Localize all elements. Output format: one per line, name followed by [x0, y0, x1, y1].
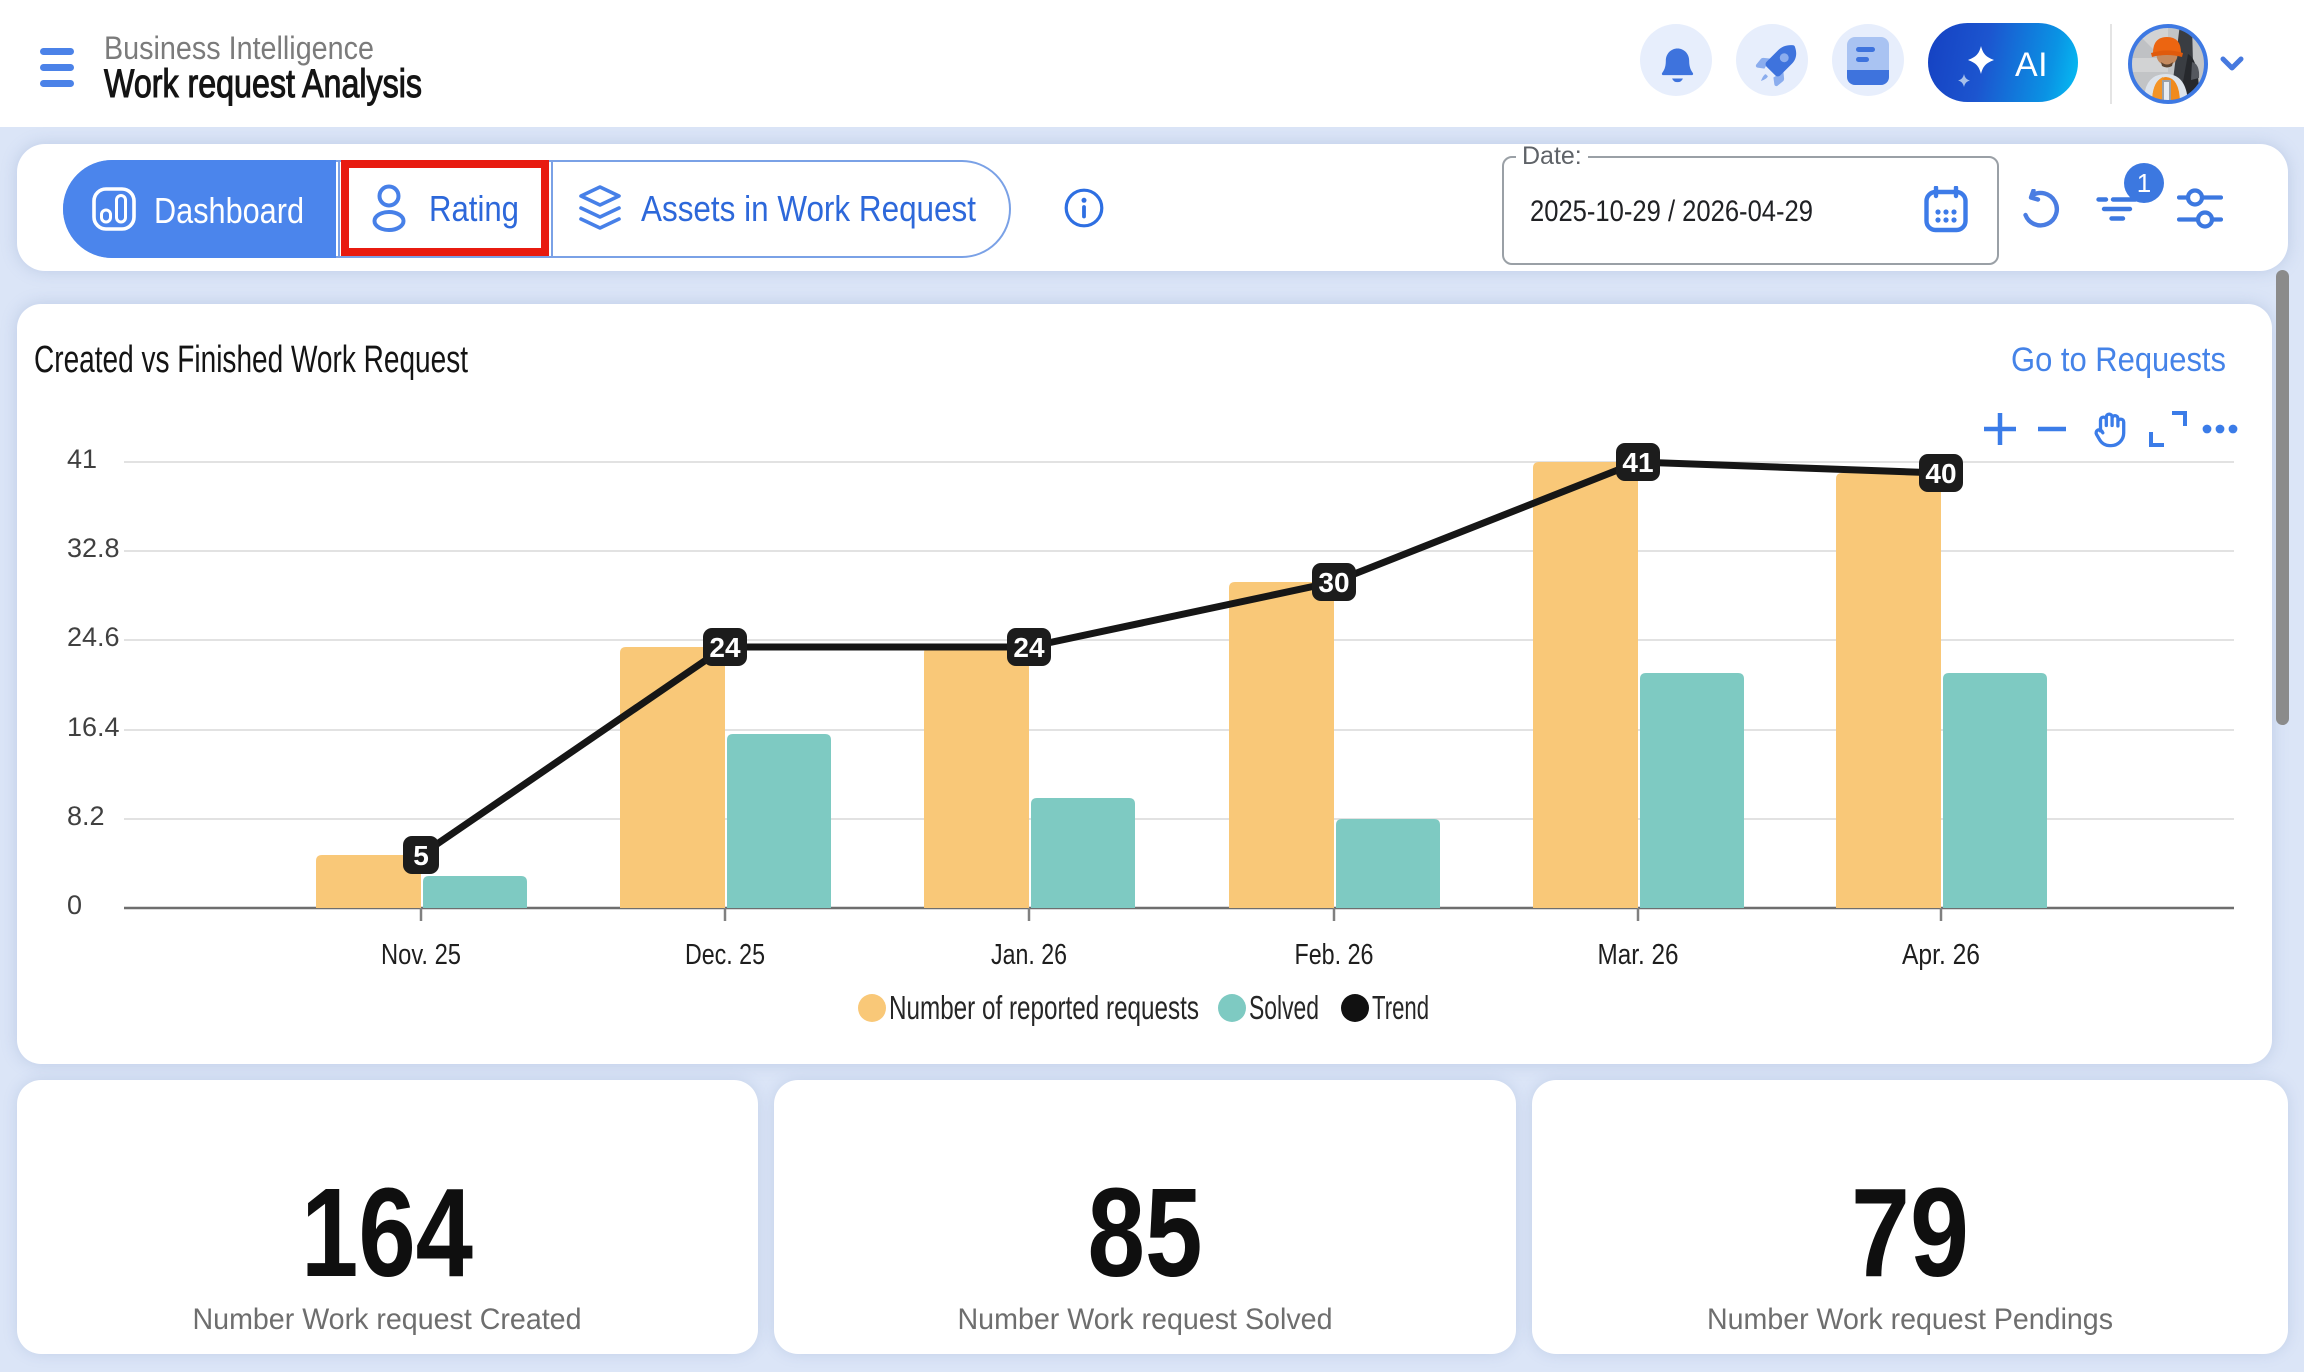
svg-text:164: 164 [301, 1162, 473, 1303]
svg-text:Created vs Finished Work Reque: Created vs Finished Work Request [34, 339, 468, 381]
svg-text:Work request Analysis: Work request Analysis [104, 62, 422, 106]
svg-text:85: 85 [1088, 1162, 1203, 1303]
svg-text:Number Work request Solved: Number Work request Solved [958, 1303, 1333, 1336]
svg-text:Business Intelligence: Business Intelligence [104, 30, 374, 66]
svg-text:Assets in Work Request: Assets in Work Request [641, 188, 976, 229]
svg-text:Number Work request Created: Number Work request Created [193, 1303, 582, 1336]
svg-text:Go to Requests: Go to Requests [2011, 341, 2226, 379]
svg-text:2025-10-29 / 2026-04-29: 2025-10-29 / 2026-04-29 [1530, 195, 1813, 228]
svg-text:Dashboard: Dashboard [154, 190, 304, 231]
svg-text:79: 79 [1851, 1162, 1969, 1303]
svg-text:Rating: Rating [429, 188, 519, 229]
svg-text:Number Work request Pendings: Number Work request Pendings [1707, 1303, 2113, 1336]
